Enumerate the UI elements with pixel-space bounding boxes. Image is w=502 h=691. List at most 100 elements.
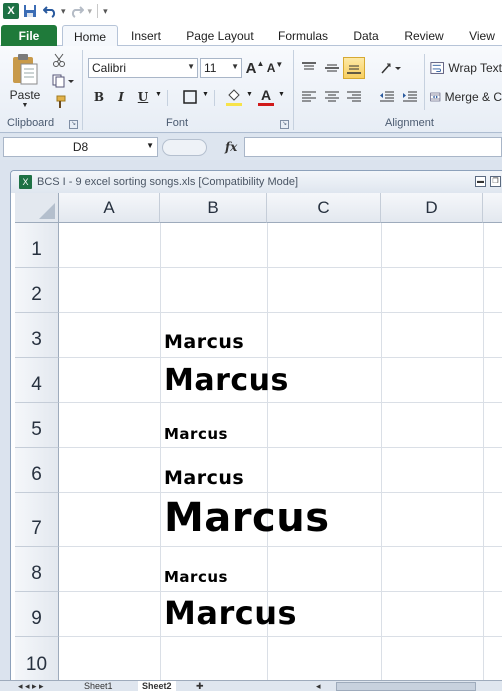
row-header-9[interactable]: 9 <box>15 592 59 637</box>
fill-color-dropdown-icon[interactable]: ▼ <box>246 91 253 98</box>
borders-dropdown-icon[interactable]: ▼ <box>202 91 209 98</box>
font-color-button[interactable]: A <box>256 86 276 108</box>
cell-b7[interactable]: Marcus <box>164 495 330 541</box>
paste-icon <box>13 53 38 84</box>
cell-b3[interactable]: Marcus <box>164 331 244 353</box>
tab-view[interactable]: View <box>460 25 502 46</box>
scroll-left-icon[interactable]: ◂ <box>316 681 321 691</box>
row-header-4[interactable]: 4 <box>15 358 59 403</box>
tab-review[interactable]: Review <box>396 25 452 46</box>
font-separator <box>214 90 215 106</box>
formula-input[interactable] <box>244 137 502 157</box>
bottom-align-icon[interactable] <box>343 57 365 79</box>
group-separator <box>82 50 83 130</box>
shrink-font-label: A <box>266 61 276 75</box>
undo-dropdown-icon[interactable]: ▾ <box>61 6 66 17</box>
grow-font-button[interactable]: A ▲ <box>246 58 265 78</box>
column-header-c[interactable]: C <box>267 193 381 223</box>
borders-icon[interactable] <box>180 87 200 107</box>
font-name-combo[interactable]: Calibri ▼ <box>88 58 198 78</box>
top-align-icon[interactable] <box>298 58 320 78</box>
decrease-indent-icon[interactable] <box>376 87 398 107</box>
bold-button[interactable]: B <box>90 87 108 107</box>
gridline <box>59 357 502 358</box>
tab-home[interactable]: Home <box>62 25 118 47</box>
clipboard-launcher-icon[interactable]: ↘ <box>69 120 78 129</box>
row-header-8[interactable]: 8 <box>15 547 59 592</box>
wrap-text-button[interactable]: Wrap Text <box>430 58 502 78</box>
copy-icon[interactable] <box>50 72 76 90</box>
cell-b8[interactable]: Marcus <box>164 568 228 586</box>
align-center-icon[interactable] <box>321 87 343 107</box>
gridline <box>59 492 502 493</box>
row-header-3[interactable]: 3 <box>15 313 59 358</box>
gridline <box>59 312 502 313</box>
column-header-d[interactable]: D <box>381 193 483 223</box>
gridline <box>483 223 484 683</box>
font-color-dropdown-icon[interactable]: ▼ <box>278 91 285 98</box>
font-color-bar <box>258 103 274 106</box>
row-header-6[interactable]: 6 <box>15 448 59 493</box>
middle-align-icon[interactable] <box>321 58 343 78</box>
tab-formulas[interactable]: Formulas <box>270 25 336 46</box>
save-icon[interactable] <box>21 2 39 20</box>
minimize-icon[interactable]: ▬ <box>475 176 486 187</box>
cell-b4[interactable]: Marcus <box>164 363 289 398</box>
format-painter-icon[interactable] <box>50 93 68 111</box>
column-header-e[interactable] <box>483 193 502 223</box>
undo-icon[interactable] <box>41 2 59 20</box>
font-launcher-icon[interactable]: ↘ <box>280 120 289 129</box>
cut-icon[interactable] <box>50 51 68 69</box>
sheet-tab-bar: ◂ ◂ ▸ ▸ Sheet1 Sheet2 ✚ ◂ <box>0 680 502 691</box>
tab-data[interactable]: Data <box>344 25 388 46</box>
sheet-tab-2[interactable]: Sheet2 <box>138 681 176 691</box>
row-header-2[interactable]: 2 <box>15 268 59 313</box>
excel-logo-icon[interactable]: X <box>3 3 19 19</box>
customize-qat-icon[interactable]: ▾ <box>103 6 108 17</box>
row-header-1[interactable]: 1 <box>15 223 59 268</box>
gridline <box>59 447 502 448</box>
tab-page-layout[interactable]: Page Layout <box>180 25 260 46</box>
cell-b6[interactable]: Marcus <box>164 467 244 489</box>
row-header-7[interactable]: 7 <box>15 493 59 547</box>
cell-b9[interactable]: Marcus <box>164 594 297 632</box>
shrink-font-button[interactable]: A ▼ <box>266 58 284 78</box>
horizontal-scrollbar-thumb[interactable] <box>336 682 476 691</box>
merge-label: Merge & C <box>444 90 502 104</box>
font-size-combo[interactable]: 11 ▼ <box>200 58 242 78</box>
insert-sheet-icon[interactable]: ✚ <box>196 681 204 691</box>
align-left-icon[interactable] <box>298 87 320 107</box>
font-separator <box>167 90 168 106</box>
sheet-nav-icon[interactable]: ◂ ◂ ▸ ▸ <box>18 681 44 691</box>
italic-button[interactable]: I <box>112 87 130 107</box>
tab-file[interactable]: File <box>1 25 57 46</box>
select-all-icon <box>39 203 55 219</box>
font-group-label: Font <box>166 117 189 129</box>
column-header-a[interactable]: A <box>59 193 160 223</box>
redo-icon[interactable] <box>68 2 86 20</box>
column-header-b[interactable]: B <box>160 193 267 223</box>
excel-window: X ▾ ▾ ▾ File Home Insert Page Layout For… <box>0 0 502 691</box>
align-right-icon[interactable] <box>343 87 365 107</box>
select-all-button[interactable] <box>15 193 59 223</box>
formula-resize-handle[interactable] <box>162 138 207 156</box>
tab-insert[interactable]: Insert <box>122 25 170 46</box>
sheet-tab-1[interactable]: Sheet1 <box>84 681 113 691</box>
name-box[interactable]: D8 ▼ <box>3 137 158 157</box>
row-header-5[interactable]: 5 <box>15 403 59 448</box>
redo-dropdown-icon[interactable]: ▾ <box>88 6 93 17</box>
fill-color-icon[interactable] <box>224 86 244 108</box>
orientation-icon[interactable] <box>378 58 404 78</box>
restore-icon[interactable]: ❐ <box>490 176 501 187</box>
cell-b5[interactable]: Marcus <box>164 425 228 443</box>
increase-indent-icon[interactable] <box>399 87 421 107</box>
underline-button[interactable]: U <box>134 87 152 107</box>
paste-button[interactable]: Paste ▼ <box>6 50 44 110</box>
merge-center-button[interactable]: Merge & C <box>430 87 502 107</box>
underline-dropdown-icon[interactable]: ▼ <box>155 91 162 98</box>
workbook-titlebar: X BCS I - 9 excel sorting songs.xls [Com… <box>11 171 502 193</box>
row-header-10[interactable]: 10 <box>15 637 59 683</box>
wrap-text-icon <box>430 62 444 74</box>
excel-document-icon[interactable]: X <box>19 175 32 189</box>
insert-function-button[interactable]: fx <box>225 140 237 154</box>
